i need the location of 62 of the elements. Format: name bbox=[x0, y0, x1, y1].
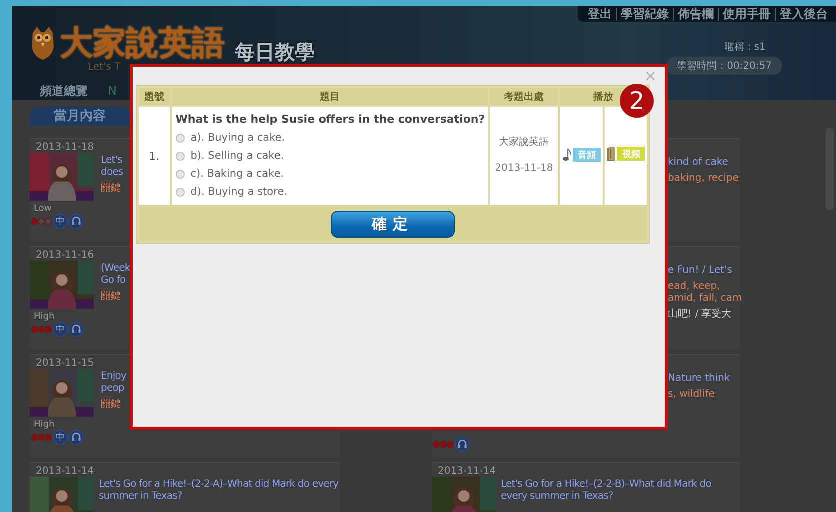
level-label: Low bbox=[34, 204, 53, 214]
header-link[interactable]: 登入後台 bbox=[775, 8, 832, 20]
keyword-text: s, wildlife bbox=[668, 389, 716, 401]
lesson-date: 2013-11-15 bbox=[36, 358, 96, 369]
headphones-icon[interactable] bbox=[69, 430, 84, 445]
film-icon bbox=[606, 146, 616, 162]
site-logo: 大家說英語 bbox=[60, 24, 225, 62]
keyword-text: 關鍵 bbox=[101, 291, 122, 303]
keyword-text: baking, recipe bbox=[668, 173, 739, 185]
lesson-title[interactable]: Let's bbox=[101, 155, 124, 167]
music-note-icon bbox=[562, 148, 572, 162]
column-header: 題號 bbox=[139, 88, 170, 105]
lesson-date: 2013-11-16 bbox=[36, 250, 96, 261]
lesson-date: 2013-11-14 bbox=[36, 466, 96, 477]
column-header: 題目 bbox=[172, 88, 488, 105]
lesson-date: 2013-11-14 bbox=[438, 466, 498, 477]
keyword-text: amid, fall, cam bbox=[668, 293, 740, 305]
headphones-icon[interactable] bbox=[455, 437, 470, 452]
lesson-title[interactable]: Nature think bbox=[668, 373, 730, 385]
keyword-text: 關鍵 bbox=[101, 399, 122, 411]
question-number: 1. bbox=[139, 107, 170, 205]
level-label: High bbox=[34, 312, 56, 322]
lesson-title[interactable]: Go fo bbox=[101, 275, 130, 287]
header-link[interactable]: 學習紀錄 bbox=[616, 8, 673, 20]
logo-tagline: Let's T bbox=[88, 62, 121, 73]
keyword-text: 關鍵 bbox=[101, 183, 122, 195]
lesson-title[interactable]: kind of cake bbox=[668, 157, 739, 169]
subtitle-badge[interactable]: 中 bbox=[53, 430, 68, 445]
lesson-title[interactable]: Let's Go for a Hike!–(2-2-B)–What did Mark do every summer in Texas? bbox=[501, 479, 740, 503]
nav-item[interactable]: N bbox=[108, 84, 117, 98]
confirm-button[interactable]: 確定 bbox=[331, 210, 455, 238]
answer-option[interactable]: d). Buying a store. bbox=[176, 183, 486, 201]
lesson-date: 2013-11-18 bbox=[36, 142, 96, 153]
level-label: High bbox=[34, 420, 56, 430]
lesson-title[interactable]: Let's Go for a Hike!–(2-2-A)–What did Mark do every summer in Texas? bbox=[99, 479, 340, 503]
nickname-label: 暱稱：s1 bbox=[724, 41, 766, 54]
header-link[interactable]: 使用手冊 bbox=[718, 8, 775, 20]
answer-option[interactable]: c). Baking a cake. bbox=[176, 165, 486, 183]
month-tab[interactable]: 當月內容 bbox=[30, 107, 130, 126]
lesson-title[interactable]: peop bbox=[101, 383, 126, 395]
lesson-title[interactable]: Enjoy bbox=[101, 371, 126, 383]
question-text: What is the help Susie offers in the conversation? bbox=[176, 113, 486, 126]
answer-option[interactable]: b). Selling a cake. bbox=[176, 147, 486, 165]
source-name: 大家說英語 bbox=[498, 136, 550, 150]
header-link[interactable]: 登出 bbox=[584, 8, 616, 20]
nav-item[interactable]: 頻道總覽 bbox=[40, 82, 88, 100]
header-link[interactable]: 佈告欄 bbox=[673, 8, 718, 20]
subtitle-badge[interactable]: 中 bbox=[53, 214, 68, 229]
keyword-text: ead, keep, bbox=[668, 281, 722, 293]
source-date: 2013-11-18 bbox=[494, 162, 554, 176]
headphones-icon[interactable] bbox=[69, 214, 84, 229]
lesson-title[interactable]: e Fun! / Let's bbox=[668, 265, 740, 277]
subtitle-badge[interactable]: 中 bbox=[53, 322, 68, 337]
lesson-title[interactable]: does bbox=[101, 167, 124, 179]
owl-icon bbox=[30, 25, 56, 61]
answer-option[interactable]: a). Buying a cake. bbox=[176, 129, 486, 147]
headphones-icon[interactable] bbox=[69, 322, 84, 337]
section-title: 每日教學 bbox=[235, 40, 315, 64]
column-header: 考題出處 bbox=[490, 88, 558, 105]
study-time-display: 學習時間：00:20:57 bbox=[667, 57, 782, 75]
lesson-summary: 山吧! / 享受大 bbox=[668, 308, 733, 321]
lesson-title[interactable]: (Week bbox=[101, 263, 130, 275]
